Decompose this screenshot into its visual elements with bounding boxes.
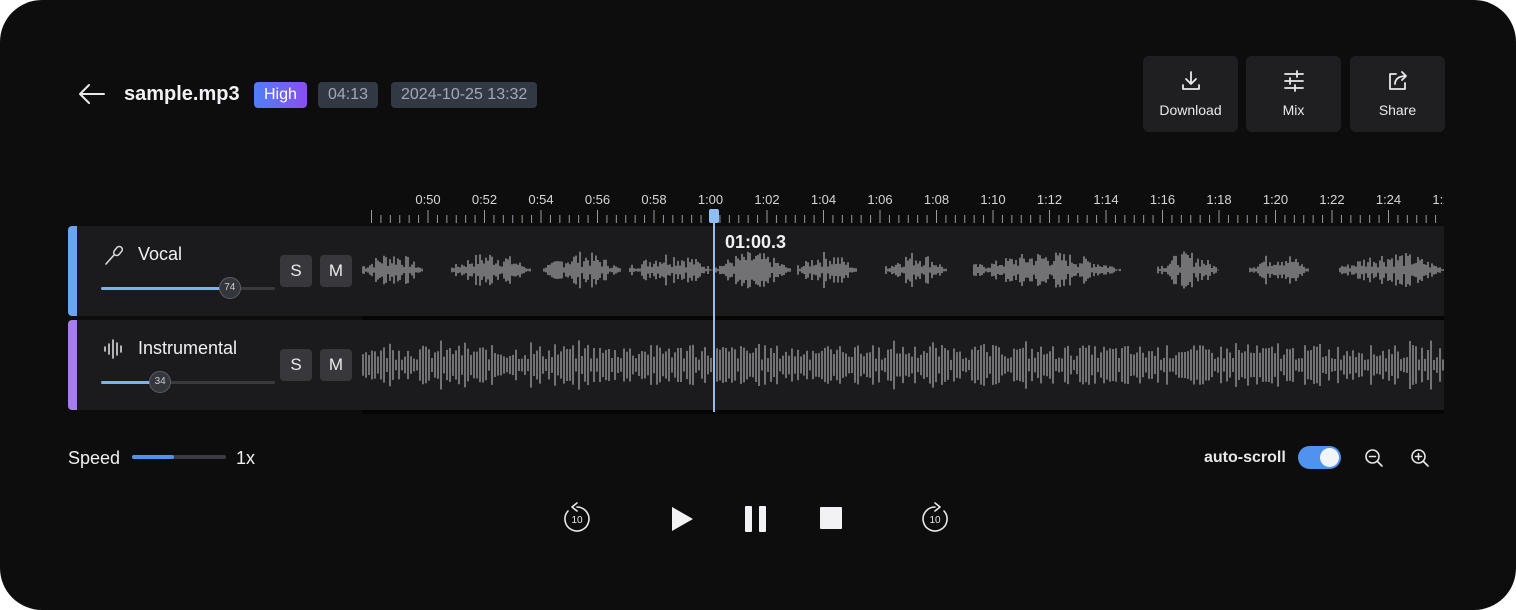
speed-label: Speed <box>68 448 121 468</box>
mix-label: Mix <box>1282 102 1305 118</box>
share-label: Share <box>1378 102 1417 118</box>
ruler-label: 0:58 <box>641 192 666 207</box>
ruler-label: 1:20 <box>1263 192 1288 207</box>
forward-10-button[interactable]: 10 <box>918 502 952 536</box>
solo-button-instrumental[interactable]: S <box>280 349 312 381</box>
audio-editor-window: sample.mp3 High 04:13 2024-10-25 13:32 D… <box>0 0 1516 610</box>
track-color-bar <box>68 320 77 410</box>
autoscroll-toggle[interactable] <box>1298 446 1341 469</box>
ruler-label: 1:10 <box>980 192 1005 207</box>
speed-slider[interactable] <box>132 455 226 459</box>
rewind-seconds: 10 <box>571 515 583 526</box>
track-divider <box>362 410 1444 414</box>
ruler-label: 1:24 <box>1376 192 1401 207</box>
zoom-in-icon <box>1411 449 1429 467</box>
ruler-label: 0:52 <box>472 192 497 207</box>
solo-button-vocal[interactable]: S <box>280 255 312 287</box>
download-label: Download <box>1159 102 1222 118</box>
track-name: Vocal <box>138 244 183 264</box>
ruler-label: 1:22 <box>1319 192 1344 207</box>
ruler-label: 1:12 <box>1037 192 1062 207</box>
track-header-vocal: Vocal 74 S M <box>77 226 362 316</box>
waveform-icon <box>104 339 122 359</box>
arrow-left-icon <box>79 84 105 104</box>
share-button[interactable]: Share <box>1350 56 1445 132</box>
rewind-icon: 10 <box>564 502 590 532</box>
volume-thumb[interactable]: 74 <box>218 277 241 299</box>
ruler-label: 1:18 <box>1206 192 1231 207</box>
download-icon <box>1182 71 1200 90</box>
rewind-10-button[interactable]: 10 <box>560 502 594 536</box>
ruler-ticks: 0:50 0:52 0:54 0:56 0:58 1:00 1:02 1:04 1:06 1:08… <box>371 192 1444 223</box>
speed-fill <box>132 455 175 459</box>
ruler-label: 1:16 <box>1150 192 1175 207</box>
volume-fill <box>101 287 230 290</box>
zoom-out-icon <box>1365 449 1383 467</box>
waveform-bars <box>362 340 1444 390</box>
playhead-time: 01:00.3 <box>725 232 787 252</box>
mute-button-vocal[interactable]: M <box>320 255 352 287</box>
mix-button[interactable]: Mix <box>1246 56 1341 132</box>
stop-icon <box>820 507 842 529</box>
ruler-label: 0:56 <box>585 192 610 207</box>
track-header-instrumental: Instrumental 34 S M <box>77 320 362 410</box>
waveform-vocal[interactable] <box>362 226 1444 316</box>
download-button[interactable]: Download <box>1143 56 1238 132</box>
quality-badge: High <box>254 82 307 108</box>
time-ruler[interactable]: 0:50 0:52 0:54 0:56 0:58 1:00 1:02 1:04 1:06 1:08… <box>362 190 1444 226</box>
back-button[interactable] <box>76 80 108 108</box>
track-name: Instrumental <box>138 338 238 358</box>
forward-icon: 10 <box>922 502 948 532</box>
ruler-label: 1:04 <box>811 192 836 207</box>
sliders-icon <box>1284 70 1304 92</box>
volume-thumb[interactable]: 34 <box>149 371 172 393</box>
ruler-label: 0:54 <box>528 192 553 207</box>
volume-slider-vocal[interactable]: 74 <box>101 277 275 299</box>
pause-button[interactable] <box>742 504 770 534</box>
track-instrumental: Instrumental 34 S M <box>68 320 1444 414</box>
toggle-knob <box>1320 448 1339 467</box>
mute-button-instrumental[interactable]: M <box>320 349 352 381</box>
zoom-in-button[interactable] <box>1408 446 1432 470</box>
speed-value: 1x <box>236 448 256 468</box>
stop-button[interactable] <box>818 505 844 531</box>
pause-icon <box>745 506 766 532</box>
zoom-out-button[interactable] <box>1362 446 1386 470</box>
timestamp-badge: 2024-10-25 13:32 <box>391 82 538 108</box>
ruler-label: 0:50 <box>415 192 440 207</box>
volume-slider-instrumental[interactable]: 34 <box>101 371 275 393</box>
share-icon <box>1389 71 1407 90</box>
ruler-label: 1:08 <box>924 192 949 207</box>
waveform-instrumental[interactable] <box>362 320 1444 410</box>
ruler-label: 1:02 <box>754 192 779 207</box>
autoscroll-label: auto-scroll <box>1204 449 1286 466</box>
playhead[interactable] <box>713 216 715 412</box>
duration-badge: 04:13 <box>318 82 379 108</box>
ruler-label: 1:14 <box>1093 192 1118 207</box>
ruler-label: 1:00 <box>698 192 723 207</box>
ruler-label: 1:06 <box>867 192 892 207</box>
track-color-bar <box>68 226 77 316</box>
ruler-label: 1:26 <box>1432 192 1444 207</box>
waveform-bars <box>362 251 1444 289</box>
file-title: sample.mp3 <box>124 83 240 105</box>
forward-seconds: 10 <box>929 515 941 526</box>
play-button[interactable] <box>668 504 696 534</box>
play-icon <box>672 507 693 531</box>
microphone-icon <box>105 245 124 265</box>
